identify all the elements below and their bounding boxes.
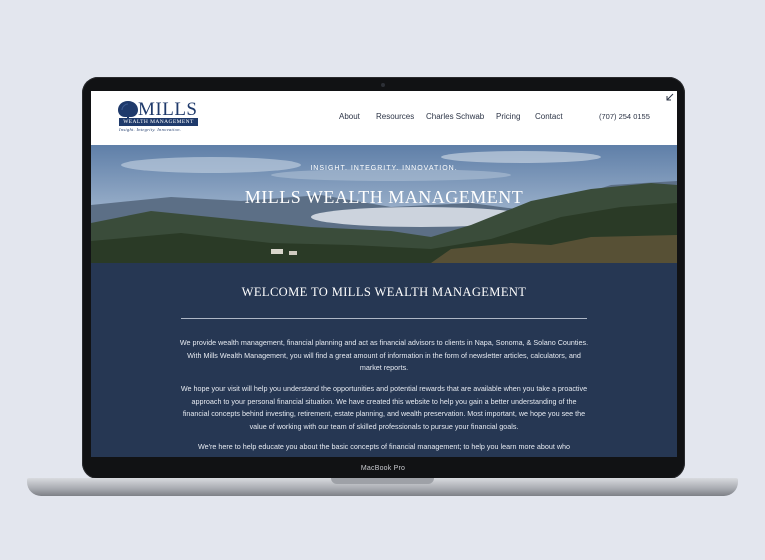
logo-subtitle: WEALTH MANAGEMENT	[119, 118, 198, 126]
intro-paragraph: We provide wealth management, financial …	[179, 338, 589, 373]
site-header: MILLS WEALTH MANAGEMENT Insight. Integri…	[91, 91, 677, 145]
hero-title: MILLS WEALTH MANAGEMENT	[244, 187, 524, 207]
mission-paragraph: We hope your visit will help you underst…	[180, 384, 588, 431]
welcome-heading: WELCOME TO MILLS WEALTH MANAGEMENT	[241, 285, 527, 299]
phone-number[interactable]: (707) 254 0155	[599, 112, 650, 121]
nav-pricing[interactable]: Pricing	[496, 112, 520, 121]
divider	[181, 318, 587, 319]
welcome-section: WELCOME TO MILLS WEALTH MANAGEMENT We pr…	[91, 263, 677, 457]
nav-about[interactable]: About	[339, 112, 360, 121]
site-logo[interactable]: MILLS WEALTH MANAGEMENT Insight. Integri…	[116, 99, 198, 134]
laptop-notch	[331, 478, 434, 484]
hero-kicker: INSIGHT. INTEGRITY. INNOVATION.	[310, 165, 458, 172]
logo-tagline: Insight. Integrity. Innovation.	[119, 127, 182, 132]
nav-resources[interactable]: Resources	[376, 112, 414, 121]
nav-contact[interactable]: Contact	[535, 112, 563, 121]
browser-screen: MILLS WEALTH MANAGEMENT Insight. Integri…	[91, 91, 677, 457]
hero-banner: INSIGHT. INTEGRITY. INNOVATION. MILLS WE…	[91, 145, 677, 263]
expand-arrow-icon[interactable]	[666, 93, 674, 101]
nav-charles-schwab[interactable]: Charles Schwab	[426, 112, 484, 121]
camera-dot	[381, 83, 385, 87]
education-paragraph: We're here to help educate you about the…	[197, 442, 571, 451]
device-model-label: MacBook Pro	[360, 465, 406, 472]
